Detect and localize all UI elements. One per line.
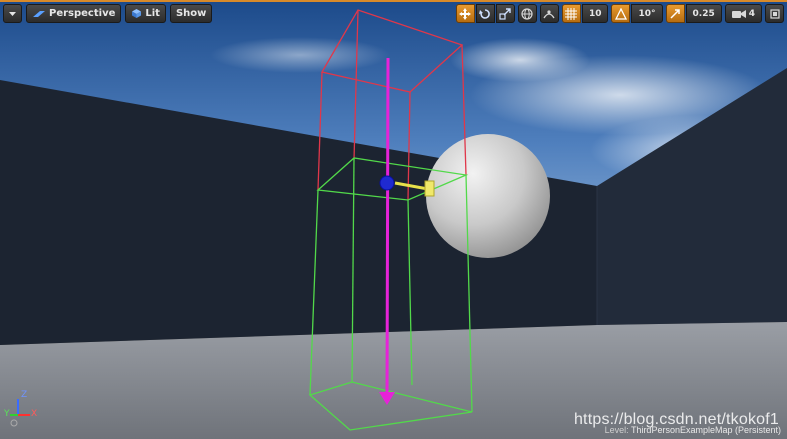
globe-icon: [521, 7, 534, 20]
show-label: Show: [175, 8, 207, 19]
level-info: Level: ThirdPersonExampleMap (Persistent…: [605, 425, 781, 435]
scale-snap-value: 0.25: [692, 8, 715, 19]
axis-gizmo: Z X Y: [4, 387, 44, 427]
perspective-button[interactable]: Perspective: [26, 4, 122, 23]
rotation-snap-value: 10°: [638, 8, 656, 19]
cloud: [210, 37, 390, 73]
transform-mode-group: [455, 4, 515, 23]
rotation-snap-value-dropdown[interactable]: 10°: [631, 4, 663, 23]
show-button[interactable]: Show: [169, 4, 213, 23]
lit-button[interactable]: Lit: [125, 4, 166, 23]
scale-snap-toggle[interactable]: [665, 4, 685, 23]
axis-x-label: X: [31, 409, 38, 419]
grid-snap-value-dropdown[interactable]: 10: [581, 4, 609, 23]
rotation-snap-toggle[interactable]: [611, 4, 631, 23]
grid-icon: [565, 7, 578, 20]
camera-icon: [731, 9, 746, 18]
cloud: [450, 38, 590, 82]
camera-speed-button[interactable]: 4: [724, 4, 762, 23]
sphere-mesh: [426, 134, 550, 258]
camera-speed-value: 4: [748, 8, 755, 19]
viewport-options-button[interactable]: [3, 4, 22, 23]
grid-snap-toggle[interactable]: [561, 4, 581, 23]
chevron-down-icon: [9, 12, 16, 16]
level-prefix: Level:: [604, 425, 629, 435]
translate-mode-button[interactable]: [455, 4, 475, 23]
scene-render[interactable]: [0, 0, 787, 439]
maximize-viewport-button[interactable]: [765, 4, 784, 23]
world-local-button[interactable]: [517, 4, 537, 23]
perspective-icon: [33, 10, 45, 17]
scale-snap-icon: [670, 8, 680, 19]
lit-label: Lit: [145, 8, 160, 19]
grid-snap-value: 10: [588, 8, 602, 19]
level-name: ThirdPersonExampleMap (Persistent): [630, 425, 781, 435]
grid-snap-group: 10: [561, 4, 609, 23]
surface-snap-icon: [543, 9, 556, 18]
move-icon: [459, 7, 472, 20]
scale-icon: [499, 7, 512, 20]
angle-icon: [614, 7, 627, 20]
surface-snap-button[interactable]: [539, 4, 559, 23]
rotation-snap-group: 10°: [611, 4, 663, 23]
viewport-toolbar-left: Perspective Lit Show: [3, 4, 213, 23]
viewport-accent-line: [0, 0, 787, 2]
pivot-handle: [379, 175, 395, 191]
rotate-mode-button[interactable]: [475, 4, 495, 23]
scale-snap-group: 0.25: [665, 4, 722, 23]
scale-mode-button[interactable]: [495, 4, 515, 23]
perspective-label: Perspective: [49, 8, 116, 19]
viewport-toolbar-right: 10 10° 0.25 4: [455, 4, 784, 23]
axis-z-label: Z: [21, 390, 28, 400]
lit-icon: [132, 9, 142, 18]
rotate-icon: [479, 8, 491, 19]
scale-snap-value-dropdown[interactable]: 0.25: [685, 4, 722, 23]
3d-viewport[interactable]: Perspective Lit Show 10 10° 0.25 4 Z X Y…: [0, 0, 787, 439]
maximize-icon: [769, 8, 780, 19]
axis-y-label: Y: [4, 409, 10, 419]
